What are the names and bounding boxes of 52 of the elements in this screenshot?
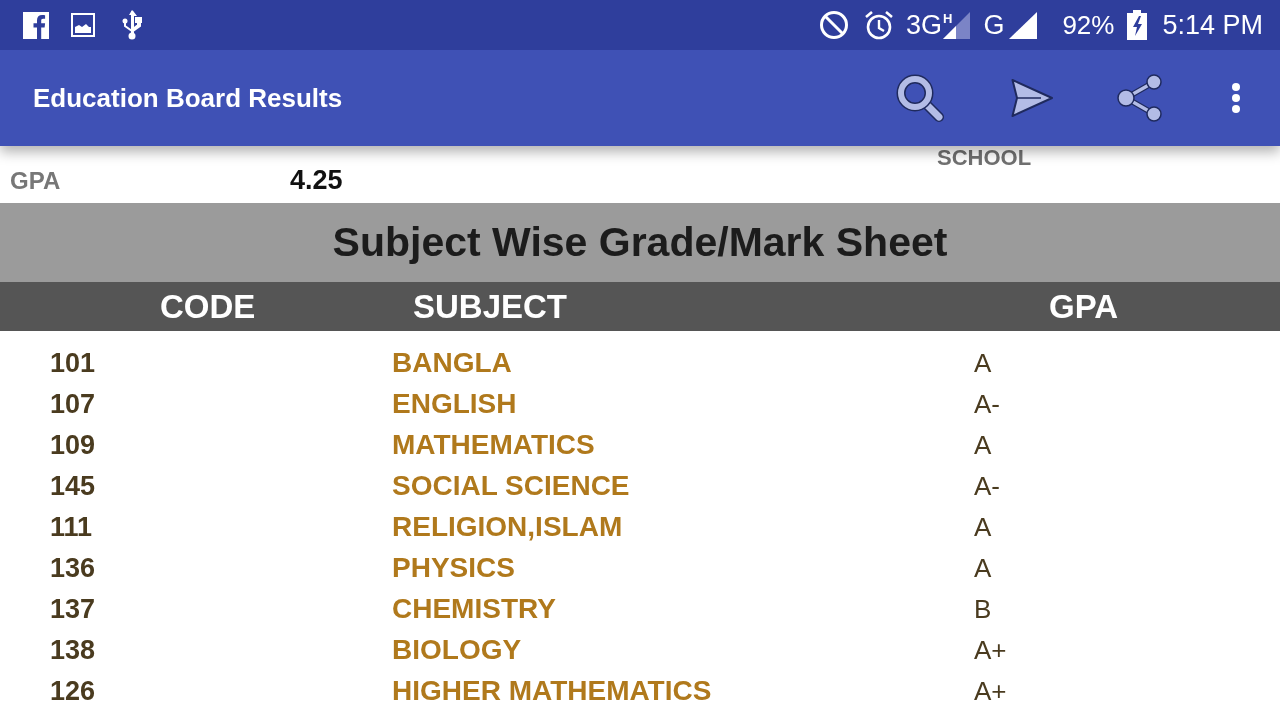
subject-code: 137	[50, 593, 96, 624]
subject-name: MATHEMATICS	[392, 429, 595, 460]
subject-code: 101	[50, 347, 96, 378]
subject-grade: A	[974, 511, 992, 542]
field-label: SCHOOL	[937, 147, 1032, 169]
subject-name: ENGLISH	[392, 388, 517, 419]
subject-code: 126	[50, 675, 96, 706]
subject-name: SOCIAL SCIENCE	[392, 470, 630, 501]
subject-code: 138	[50, 634, 96, 665]
subject-grade: A	[974, 552, 992, 583]
network-sub: H	[943, 11, 953, 25]
subject-name: BIOLOGY	[392, 634, 522, 665]
subject-grade: A+	[974, 675, 1007, 706]
column-header: GPA	[1049, 288, 1119, 325]
alarm-clock-icon	[863, 10, 894, 40]
battery-percent: 92%	[1062, 12, 1115, 38]
subject-name: RELIGION,ISLAM	[392, 511, 623, 542]
subject-grade: A-	[974, 470, 1000, 501]
app-title: Education Board Results	[33, 81, 343, 115]
signal-icon	[943, 11, 971, 39]
column-header: SUBJECT	[413, 288, 568, 325]
subject-grade: A-	[974, 388, 1000, 419]
do-not-disturb-icon	[818, 10, 849, 40]
subject-name: BANGLA	[392, 347, 512, 378]
subject-code: 136	[50, 552, 96, 583]
subject-grade: A+	[974, 634, 1007, 665]
subject-code: 145	[50, 470, 96, 501]
subject-code: 107	[50, 388, 96, 419]
section-title: Subject Wise Grade/Mark Sheet	[332, 217, 948, 267]
subject-name: CHEMISTRY	[392, 593, 556, 624]
clock-time: 5:14 PM	[1162, 11, 1263, 39]
column-header: CODE	[160, 288, 256, 325]
search-icon[interactable]	[896, 74, 944, 122]
battery-charging-icon	[1127, 10, 1148, 40]
send-icon[interactable]	[1011, 78, 1053, 118]
gpa-value: 4.25	[290, 165, 343, 196]
share-icon[interactable]	[1116, 74, 1164, 122]
network-type: G	[983, 11, 1005, 39]
usb-icon	[121, 10, 143, 40]
image-icon	[71, 13, 95, 37]
subject-grade: A	[974, 429, 992, 460]
more-options-icon[interactable]	[1232, 83, 1240, 113]
gpa-label: GPA	[10, 166, 61, 194]
app-logo-icon	[23, 11, 49, 39]
subject-name: PHYSICS	[392, 552, 515, 583]
subject-name: HIGHER MATHEMATICS	[392, 675, 712, 706]
subject-code: 109	[50, 429, 96, 460]
signal-icon	[1009, 11, 1038, 39]
subject-code: 111	[50, 511, 93, 542]
network-type: 3G	[905, 11, 942, 39]
subject-grade: B	[974, 593, 992, 624]
subject-grade: A	[974, 347, 992, 378]
